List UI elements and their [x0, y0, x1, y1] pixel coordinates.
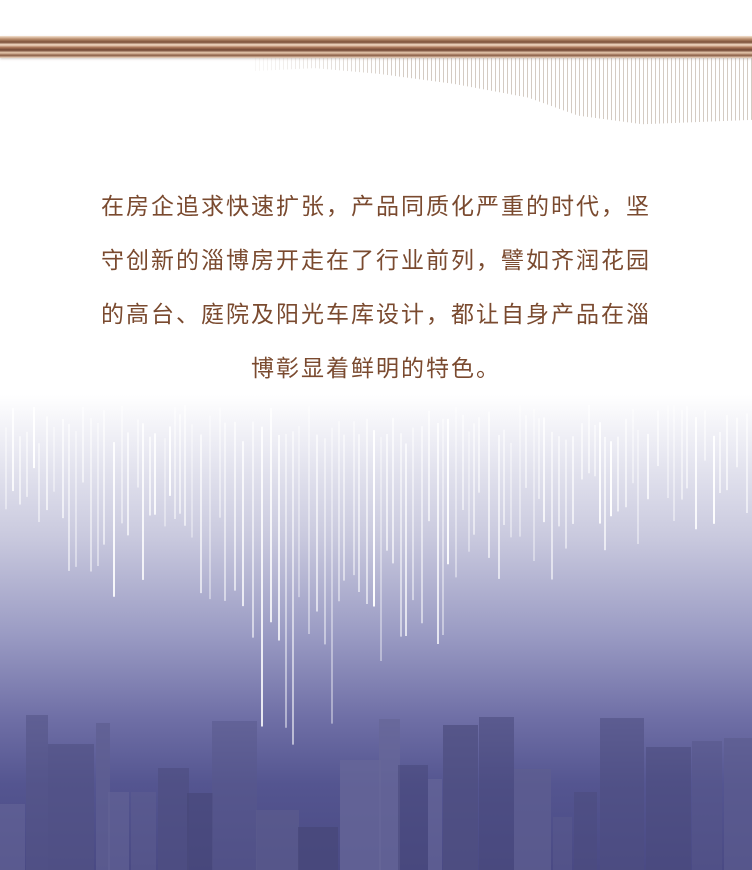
building [212, 721, 257, 870]
paragraph-line-1: 在房企追求快速扩张，产品同质化严重的时代，坚 [101, 194, 651, 220]
building [48, 744, 94, 870]
building [187, 793, 213, 870]
paragraph-line-2: 守创新的淄博房开走在了行业前列，譬如齐润花园 [101, 248, 651, 274]
building [379, 719, 400, 870]
intro-paragraph: 在房企追求快速扩张，产品同质化严重的时代，坚 守创新的淄博房开走在了行业前列，譬… [40, 180, 712, 396]
building [158, 768, 189, 870]
building [479, 717, 514, 870]
building [398, 765, 428, 870]
building [428, 779, 442, 870]
building [553, 817, 572, 870]
paragraph-line-4: 博彰显着鲜明的特色。 [251, 356, 501, 382]
building [340, 760, 381, 870]
stripe-ribbon [255, 58, 752, 125]
building [108, 792, 129, 870]
building [724, 738, 752, 870]
paragraph-line-3: 的高台、庭院及阳光车库设计，都让自身产品在淄 [101, 302, 651, 328]
building [600, 718, 644, 870]
building [96, 723, 110, 870]
building [256, 810, 299, 870]
building [514, 769, 551, 870]
building [131, 792, 156, 870]
building [574, 792, 597, 870]
building [443, 725, 478, 870]
top-gold-band [0, 36, 752, 58]
building [692, 741, 722, 870]
building [646, 747, 691, 870]
building [0, 804, 25, 870]
page: 在房企追求快速扩张，产品同质化严重的时代，坚 守创新的淄博房开走在了行业前列，譬… [0, 0, 752, 870]
building [298, 827, 338, 870]
building [26, 715, 48, 870]
city-skyline [0, 715, 752, 870]
